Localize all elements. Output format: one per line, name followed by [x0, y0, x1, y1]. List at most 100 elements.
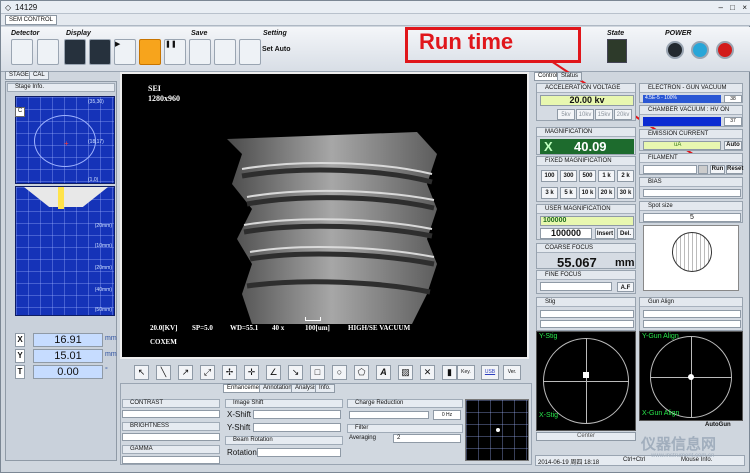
- stig-center-button[interactable]: Center: [536, 432, 636, 441]
- delete-tool-icon[interactable]: ✕: [420, 365, 435, 380]
- contrast-slider[interactable]: [122, 410, 220, 418]
- image-mag: 40 x: [272, 324, 285, 332]
- measure-tool-icon[interactable]: ✢: [222, 365, 237, 380]
- user-mag-select[interactable]: 100000: [540, 216, 634, 226]
- rotation-slider[interactable]: [257, 448, 341, 457]
- gun-vacuum-num: 38: [724, 95, 742, 103]
- length-tool-icon[interactable]: ↘: [288, 365, 303, 380]
- autogun-button[interactable]: AutoGun: [705, 422, 731, 428]
- fixed-mag-3k[interactable]: 3 k: [541, 187, 558, 199]
- key-button[interactable]: Key.: [457, 365, 475, 380]
- gun-align-pad[interactable]: Y-Gun Align X-Gun Align: [639, 331, 743, 421]
- maximize-button[interactable]: □: [730, 3, 735, 12]
- save-all-button[interactable]: [239, 39, 261, 65]
- gun-align-x-slider[interactable]: [643, 310, 741, 318]
- sem-image-viewport[interactable]: SEI 1280x960 20.0[KV] SP=5.0 WD=55.1 40 …: [120, 72, 529, 359]
- kv-5-button[interactable]: 5kv: [557, 109, 575, 120]
- double-arrow-tool-icon[interactable]: ⤢: [200, 365, 215, 380]
- kv-20-button[interactable]: 20kv: [614, 109, 632, 120]
- stage-top-num-1: (18,17): [88, 139, 104, 145]
- gamma-slider[interactable]: [122, 456, 220, 464]
- arrow-tool-icon[interactable]: ↗: [178, 365, 193, 380]
- coord-value[interactable]: 0.00: [33, 365, 103, 379]
- pointer-tool-icon[interactable]: ↖: [134, 365, 149, 380]
- line-tool-icon[interactable]: ╲: [156, 365, 171, 380]
- reset-button[interactable]: Reset: [726, 165, 743, 174]
- gun-align-marker[interactable]: [688, 374, 694, 380]
- tab-cal[interactable]: CAL: [29, 71, 49, 80]
- stage-c-label[interactable]: C: [15, 107, 25, 117]
- filament-spinner[interactable]: [698, 165, 708, 174]
- pause-button[interactable]: ❚❚: [164, 39, 186, 65]
- fixed-mag-100[interactable]: 100: [541, 170, 558, 182]
- coord-label: T: [15, 365, 25, 379]
- gun-align-y-slider[interactable]: [643, 320, 741, 328]
- gradient-tool-icon[interactable]: ▮: [442, 365, 457, 380]
- minimize-button[interactable]: –: [719, 3, 723, 12]
- detector-bse-button[interactable]: [37, 39, 59, 65]
- auto-focus-button[interactable]: A.F: [617, 282, 634, 292]
- stig-marker[interactable]: [583, 372, 589, 378]
- fixed-mag-300[interactable]: 300: [560, 170, 577, 182]
- tab-status[interactable]: Status: [557, 72, 583, 81]
- rectangle-tool-icon[interactable]: □: [310, 365, 325, 380]
- charge-value[interactable]: 0 Hz: [433, 410, 461, 420]
- brightness-slider[interactable]: [122, 433, 220, 441]
- play-button[interactable]: ▶: [114, 39, 136, 65]
- image-shift-header: Image Shift: [225, 399, 343, 408]
- stage-info-header: Stage Info.: [7, 83, 115, 92]
- tab-info[interactable]: Info.: [315, 384, 335, 393]
- acceleration-value[interactable]: 20.00 kv: [540, 95, 634, 106]
- coord-value[interactable]: 15.01: [33, 349, 103, 363]
- display-mode-2-button[interactable]: [89, 39, 111, 65]
- set-auto-button[interactable]: Set Auto: [262, 46, 291, 53]
- fixed-mag-500[interactable]: 500: [579, 170, 596, 182]
- del-button[interactable]: Del.: [617, 228, 634, 239]
- stig-x-slider[interactable]: [540, 310, 634, 318]
- ver-button[interactable]: Ver.: [503, 365, 521, 380]
- sem-control-menu[interactable]: SEM CONTROL: [5, 15, 58, 25]
- kv-10-button[interactable]: 10kv: [576, 109, 594, 120]
- stig-y-slider[interactable]: [540, 320, 634, 328]
- gun-vacuum-bar: 4.5E-5 - 100%: [643, 95, 721, 103]
- stig-pad[interactable]: Y-Stig X-Stig: [536, 331, 636, 431]
- user-mag-input[interactable]: 100000: [540, 228, 592, 239]
- filament-slider[interactable]: [643, 165, 697, 174]
- save-file-button[interactable]: [214, 39, 236, 65]
- usb-button[interactable]: USB: [481, 365, 499, 380]
- charge-slider[interactable]: [349, 411, 429, 419]
- ellipse-tool-icon[interactable]: ○: [332, 365, 347, 380]
- kv-15-button[interactable]: 15kv: [595, 109, 613, 120]
- detector-se-button[interactable]: [11, 39, 33, 65]
- text-tool-icon[interactable]: A: [376, 365, 391, 380]
- stig-panel: Stig: [536, 297, 636, 331]
- coord-unit: mm: [105, 351, 117, 358]
- fixed-mag-5k[interactable]: 5 k: [560, 187, 577, 199]
- polygon-tool-icon[interactable]: ⬠: [354, 365, 369, 380]
- stage-side-num-2: (20mm): [94, 265, 112, 271]
- coord-value[interactable]: 16.91: [33, 333, 103, 347]
- fixed-mag-10k[interactable]: 10 k: [579, 187, 596, 199]
- stage-map[interactable]: + (35,30) (18,17) (1,0): [15, 96, 115, 184]
- fixed-mag-30k[interactable]: 30 k: [617, 187, 634, 199]
- bias-slider[interactable]: [643, 189, 741, 197]
- capture-button[interactable]: [139, 39, 161, 65]
- save-image-button[interactable]: [189, 39, 211, 65]
- display-mode-1-button[interactable]: [64, 39, 86, 65]
- fixed-mag-20k[interactable]: 20 k: [598, 187, 615, 199]
- emission-auto-button[interactable]: Auto: [724, 141, 742, 150]
- stage-side-num-1: (10mm): [94, 243, 112, 249]
- insert-button[interactable]: Insert: [595, 228, 615, 239]
- fine-focus-slider[interactable]: [540, 282, 612, 291]
- fixed-mag-1k[interactable]: 1 k: [598, 170, 615, 182]
- fixed-mag-2k[interactable]: 2 k: [617, 170, 634, 182]
- fill-tool-icon[interactable]: ▨: [398, 365, 413, 380]
- averaging-select[interactable]: 2: [393, 434, 461, 443]
- spot-size-value[interactable]: 5: [643, 213, 741, 222]
- close-button[interactable]: ×: [742, 3, 747, 12]
- run-button[interactable]: Run: [710, 165, 725, 174]
- angle-tool-icon[interactable]: ∠: [266, 365, 281, 380]
- x-shift-slider[interactable]: [253, 410, 341, 419]
- y-shift-slider[interactable]: [253, 423, 341, 432]
- measure2-tool-icon[interactable]: ✛: [244, 365, 259, 380]
